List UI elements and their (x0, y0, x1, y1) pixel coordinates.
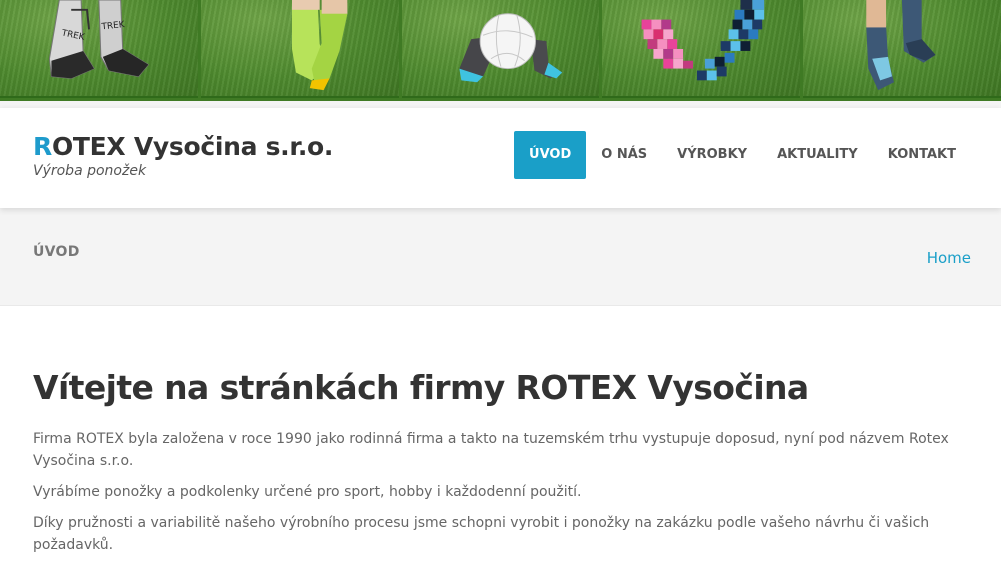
breadcrumb-home-link[interactable]: Home (927, 249, 971, 267)
nav-item-kontakt[interactable]: KONTAKT (873, 131, 971, 179)
nav-item-uvod[interactable]: ÚVOD (514, 131, 587, 179)
site-logo[interactable]: ROTEX Vysočina s.r.o. Výroba ponožek (33, 132, 333, 179)
nav-item-o-nas[interactable]: O NÁS (586, 131, 662, 179)
custom-orders-paragraph: Díky pružnosti a variabilitě našeho výro… (33, 515, 930, 553)
site-header: ROTEX Vysočina s.r.o. Výroba ponožek ÚVO… (0, 108, 1001, 208)
checkered-socks-photo (602, 0, 801, 98)
main-content: Vítejte na stránkách firmy ROTEX Vysočin… (33, 368, 978, 556)
site-title[interactable]: ROTEX Vysočina s.r.o. (33, 132, 333, 161)
lime-socks-photo (200, 0, 399, 98)
products-paragraph: Vyrábíme ponožky a podkolenky určené pro… (33, 484, 582, 500)
intro-paragraph: Firma ROTEX byla založena v roce 1990 ja… (33, 431, 949, 469)
blue-socks-photo (803, 0, 1001, 98)
page-title-bar: ÚVOD Home (0, 208, 1001, 306)
welcome-heading: Vítejte na stránkách firmy ROTEX Vysočin… (33, 368, 809, 407)
banner-divider (0, 101, 1001, 108)
main-navigation: ÚVOD O NÁS VÝROBKY AKTUALITY KONTAKT (514, 131, 971, 179)
page-title: ÚVOD (33, 244, 80, 260)
grey-trek-socks-photo: TREK TREK (0, 0, 198, 98)
football-socks-photo (401, 0, 600, 98)
nav-item-aktuality[interactable]: AKTUALITY (762, 131, 873, 179)
header-banner: TREK TREK (0, 0, 1001, 101)
site-title-rest: OTEX Vysočina s.r.o. (51, 132, 334, 161)
site-tagline: Výroba ponožek (33, 163, 147, 179)
nav-item-vyrobky[interactable]: VÝROBKY (662, 131, 762, 179)
site-title-first-letter: R (33, 132, 52, 161)
